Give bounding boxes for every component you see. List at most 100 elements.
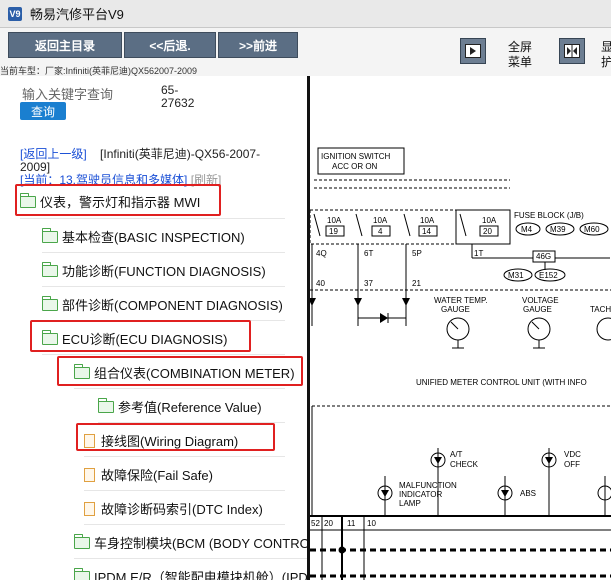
connector-m60: M60 (579, 222, 609, 236)
svg-text:M60: M60 (584, 225, 600, 234)
folder-icon (41, 227, 58, 243)
tree-item-function-diagnosis[interactable]: 功能诊断(FUNCTION DIAGNOSIS) (41, 261, 266, 280)
connector-m39: M39 (545, 222, 575, 236)
folder-icon (41, 295, 58, 311)
fuse-3: 10A 14 (403, 213, 438, 237)
gauge-label: GAUGE (523, 305, 552, 314)
mil-label: INDICATOR (399, 490, 442, 499)
tree-item-reference-value[interactable]: 参考值(Reference Value) (97, 397, 262, 416)
breadcrumb: [返回上一级] [Infiniti(英菲尼迪)-QX56-2007-2009] … (20, 148, 290, 187)
acc-or-on-label: ACC OR ON (332, 162, 378, 171)
title-bar: V9 畅易汽修平台V9 (0, 0, 611, 28)
split-view-icon (564, 44, 580, 58)
split-view-button[interactable] (559, 38, 585, 64)
fullscreen-label[interactable]: 全屏 (500, 40, 540, 55)
fullscreen-toggle-button[interactable] (460, 38, 486, 64)
tree-item-basic-inspection[interactable]: 基本检查(BASIC INSPECTION) (41, 227, 245, 246)
connector-arrow (402, 298, 410, 306)
pin-label: 10 (367, 519, 376, 528)
vdc-off-label: OFF (564, 460, 580, 469)
connector-arrow (310, 298, 316, 306)
abs-lamp-icon (497, 476, 513, 516)
gauge-label: GAUGE (441, 305, 470, 314)
wire-label: 40 (316, 279, 325, 288)
connector-e152: E152 (534, 268, 566, 282)
wire-label: 4Q (316, 249, 327, 258)
divider (74, 558, 307, 559)
wire-label: 5P (412, 249, 422, 258)
svg-text:14: 14 (422, 227, 431, 236)
wiring-diagram-pane: IGNITION SWITCH ACC OR ON FUSE BLOCK (J/… (310, 76, 611, 580)
svg-text:10A: 10A (420, 216, 435, 225)
document-icon (84, 467, 95, 482)
wire-label: 21 (412, 279, 421, 288)
abs-label: ABS (520, 489, 536, 498)
folder-icon (73, 533, 90, 549)
window-title: 畅易汽修平台V9 (30, 7, 124, 22)
tach-label: TACH (590, 305, 611, 314)
pin-label: 11 (347, 519, 356, 528)
search-button[interactable]: 查询 (20, 102, 66, 120)
svg-text:10A: 10A (327, 216, 342, 225)
fuse-block-label: FUSE BLOCK (J/B) (514, 211, 584, 220)
water-temp-gauge-icon (446, 317, 470, 349)
folder-icon (73, 567, 90, 580)
app-logo-icon: V9 (8, 6, 22, 21)
forward-button[interactable]: >>前进 (218, 32, 298, 58)
svg-text:19: 19 (329, 227, 338, 236)
tree-item-bcm[interactable]: 车身控制模块(BCM (BODY CONTROL MODULE)) (73, 533, 307, 552)
pin-label: 52 (311, 519, 320, 528)
highlight-box (76, 423, 275, 451)
tree-item-fail-safe[interactable]: 故障保险(Fail Safe) (84, 465, 213, 484)
vdc-off-lamp-icon (541, 448, 557, 516)
divider (84, 490, 285, 491)
folder-icon (41, 261, 58, 277)
wire-label: 6T (364, 249, 373, 258)
connector-arrow (354, 298, 362, 306)
svg-text:20: 20 (483, 227, 492, 236)
wiring-diagram: IGNITION SWITCH ACC OR ON FUSE BLOCK (J/… (310, 147, 611, 580)
svg-text:10A: 10A (482, 216, 497, 225)
fuse-4: 10A 20 (455, 209, 511, 245)
tach-gauge-icon (596, 317, 611, 341)
mil-label: MALFUNCTION (399, 481, 457, 490)
divider (84, 524, 285, 525)
svg-text:M4: M4 (521, 225, 533, 234)
fuse-1: 10A 19 (313, 213, 345, 237)
document-icon (84, 501, 95, 516)
fullscreen-icon (465, 44, 481, 58)
highlight-box (30, 320, 251, 352)
back-button[interactable]: <<后退. (124, 32, 216, 58)
tree-item-dtc-index[interactable]: 故障诊断码索引(DTC Index) (84, 499, 263, 518)
breadcrumb-back-link[interactable]: [返回上一级] (20, 147, 87, 161)
wire-label: 37 (364, 279, 373, 288)
vdc-off-label: VDC (564, 450, 581, 459)
connector-m4: M4 (515, 222, 541, 236)
at-check-label: CHECK (450, 460, 479, 469)
ignition-switch-label: IGNITION SWITCH (321, 152, 391, 161)
pin-label: 20 (324, 519, 333, 528)
folder-icon (97, 397, 114, 413)
connector-m31: M31 (503, 268, 533, 282)
svg-text:M39: M39 (550, 225, 566, 234)
voltage-label: VOLTAGE (522, 296, 559, 305)
unit-label: UNIFIED METER CONTROL UNIT (WITH INFO (416, 378, 587, 387)
malfunction-lamp-icon (377, 476, 393, 516)
nav-pane: 输入关键字查询 65-27632 查询 [返回上一级] [Infiniti(英菲… (0, 76, 307, 580)
splice-point (338, 546, 346, 554)
right-lamp-icon (597, 476, 611, 516)
svg-text:E152: E152 (539, 271, 558, 280)
highlight-box (57, 356, 303, 386)
fuse-2: 10A 4 (355, 213, 391, 237)
svg-text:46G: 46G (536, 252, 551, 261)
tree-item-ipdm[interactable]: IPDM E/R（智能配电模块机舱）(IPDM E/R) (73, 567, 307, 580)
divider (74, 388, 285, 389)
at-check-label: A/T (450, 450, 463, 459)
search-input[interactable]: 输入关键字查询 (22, 84, 113, 103)
tree-item-component-diagnosis[interactable]: 部件诊断(COMPONENT DIAGNOSIS) (41, 295, 283, 314)
divider (20, 218, 285, 219)
voltage-gauge-icon (527, 317, 551, 349)
divider (42, 286, 285, 287)
menu-label[interactable]: 菜单 (500, 55, 540, 70)
home-button[interactable]: 返回主目录 (8, 32, 122, 58)
